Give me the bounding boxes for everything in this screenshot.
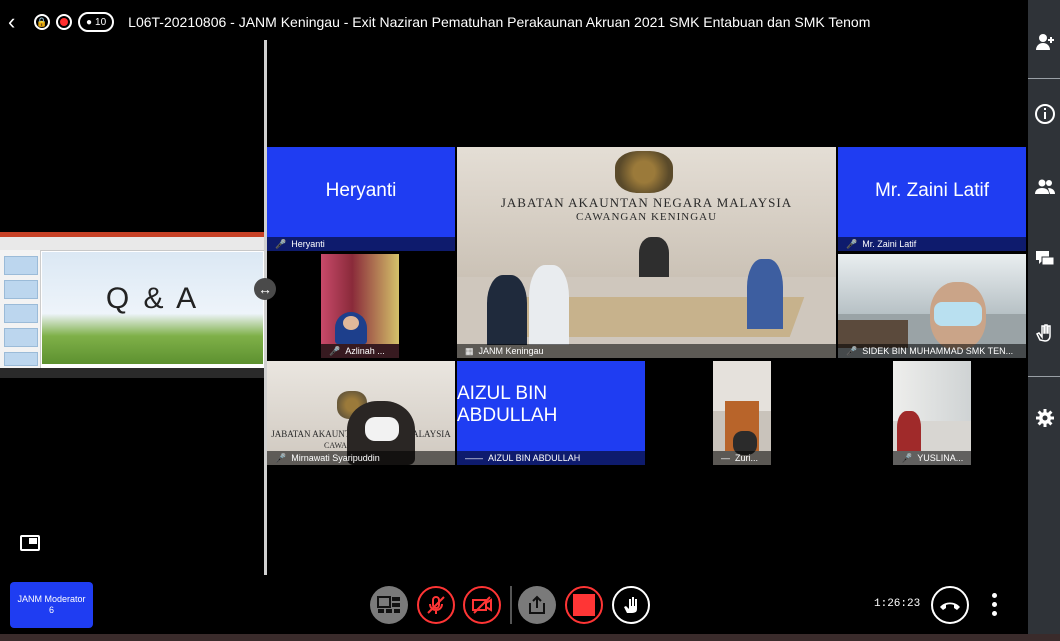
record-icon [56, 14, 72, 30]
tile-name: Mr. Zaini Latif [874, 180, 990, 201]
stop-record-button[interactable] [565, 586, 603, 624]
mic-off-icon: 🎤 [329, 346, 341, 356]
top-bar: ‹ 🔒 ● 10 L06T-20210806 - JANM Keningau -… [0, 0, 1028, 44]
tile-name: Heryanti [325, 180, 397, 201]
signal-icon: ▦ [465, 346, 474, 356]
raise-hand-button[interactable] [612, 586, 650, 624]
participant-video-tile[interactable]: 🎤 YUSLINA... [893, 361, 971, 465]
tile-name: AIZUL BIN ABDULLAH [457, 383, 558, 426]
dash-icon: — [721, 453, 730, 463]
tile-label: 🎤 Azlinah ... [321, 344, 399, 358]
moderator-count: 6 [48, 605, 54, 615]
participant-video-tile[interactable]: — Zuri... [713, 361, 771, 465]
participant-video-tile[interactable]: JABATAN AKAUNTAN NEGARA MALAYSIA CAWANGA… [457, 147, 836, 358]
wall-sign-line1: JABATAN AKAUNTAN NEGARA MALAYSIA [500, 195, 793, 210]
dash-icon: —— [465, 453, 483, 463]
lock-icon: 🔒 [34, 14, 50, 30]
stop-record-icon [573, 594, 595, 616]
pane-divider[interactable] [264, 40, 267, 575]
settings-icon[interactable] [1034, 407, 1056, 429]
current-slide: Q & A [42, 252, 263, 364]
participant-tile[interactable]: Mr. Zaini Latif 🎤 Mr. Zaini Latif [838, 147, 1026, 251]
mic-off-icon: 🎤 [846, 346, 858, 356]
controls-separator [510, 586, 512, 624]
video-off-icon [472, 596, 492, 614]
hang-up-icon [940, 602, 960, 610]
person-icon: ● [86, 16, 93, 28]
tile-label: 🎤 YUSLINA... [893, 451, 971, 465]
mic-off-icon: 🎤 [846, 239, 858, 249]
screen-share-preview[interactable]: Q & A [0, 232, 264, 378]
mic-off-icon: 🎤 [901, 453, 913, 463]
participant-count: 10 [95, 16, 107, 28]
more-icon[interactable] [992, 593, 998, 619]
participant-video-tile[interactable]: JABATAN AKAUNTAN NEGARA MALAYSIA CAWANGA… [267, 361, 455, 465]
participant-video-tile[interactable]: 🎤 Azlinah ... [321, 254, 399, 358]
mic-off-icon [427, 596, 445, 614]
raise-hand-icon[interactable] [1034, 322, 1056, 344]
tile-label: ▦ JANM Keningau [457, 344, 836, 358]
tile-label: — Zuri... [713, 451, 771, 465]
share-screen-icon [529, 595, 545, 614]
video-button[interactable] [463, 586, 501, 624]
wall-sign-line2: CAWANGAN KENINGAU [575, 211, 718, 223]
add-person-icon[interactable] [1034, 31, 1056, 53]
info-icon[interactable] [1034, 103, 1056, 125]
layout-icon [377, 596, 400, 613]
back-icon[interactable]: ‹ [8, 11, 34, 33]
participant-video-tile[interactable]: 🎤 SIDEK BIN MUHAMMAD SMK TEN... [838, 254, 1026, 358]
right-sidebar [1028, 0, 1060, 641]
tile-label: 🎤 SIDEK BIN MUHAMMAD SMK TEN... [838, 344, 1026, 358]
meeting-title: L06T-20210806 - JANM Keningau - Exit Naz… [128, 14, 871, 30]
app-ribbon [0, 232, 264, 251]
participant-count-badge[interactable]: ● 10 [78, 12, 115, 32]
participant-tile[interactable]: Heryanti 🎤 Heryanti [267, 147, 455, 251]
participant-tile[interactable]: AIZUL BIN ABDULLAH —— AIZUL BIN ABDULLAH [457, 361, 645, 465]
share-screen-button[interactable] [518, 586, 556, 624]
moderator-badge[interactable]: JANM Moderator 6 [10, 582, 93, 628]
tile-label: —— AIZUL BIN ABDULLAH [457, 451, 645, 465]
participants-icon[interactable] [1034, 176, 1056, 198]
picture-in-picture-icon[interactable] [20, 535, 40, 551]
mic-off-icon: 🎤 [275, 453, 287, 463]
tile-label: 🎤 Heryanti [267, 237, 455, 251]
layout-button[interactable] [370, 586, 408, 624]
tile-label: 🎤 Mirnawati Syaripuddin [267, 451, 455, 465]
hand-icon [624, 597, 637, 613]
chat-icon[interactable] [1034, 248, 1056, 270]
moderator-name: JANM Moderator [17, 594, 86, 604]
mic-off-icon: 🎤 [275, 239, 287, 249]
tile-label: 🎤 Mr. Zaini Latif [838, 237, 1026, 251]
call-timer: 1:26:23 [874, 598, 921, 610]
slide-title: Q & A [105, 282, 200, 315]
resize-handle-icon[interactable]: ↔ [254, 278, 276, 300]
mute-button[interactable] [417, 586, 455, 624]
hang-up-button[interactable] [931, 586, 969, 624]
bottom-strip [0, 634, 1060, 641]
slide-thumbnails [0, 250, 41, 368]
taskbar [0, 368, 264, 378]
